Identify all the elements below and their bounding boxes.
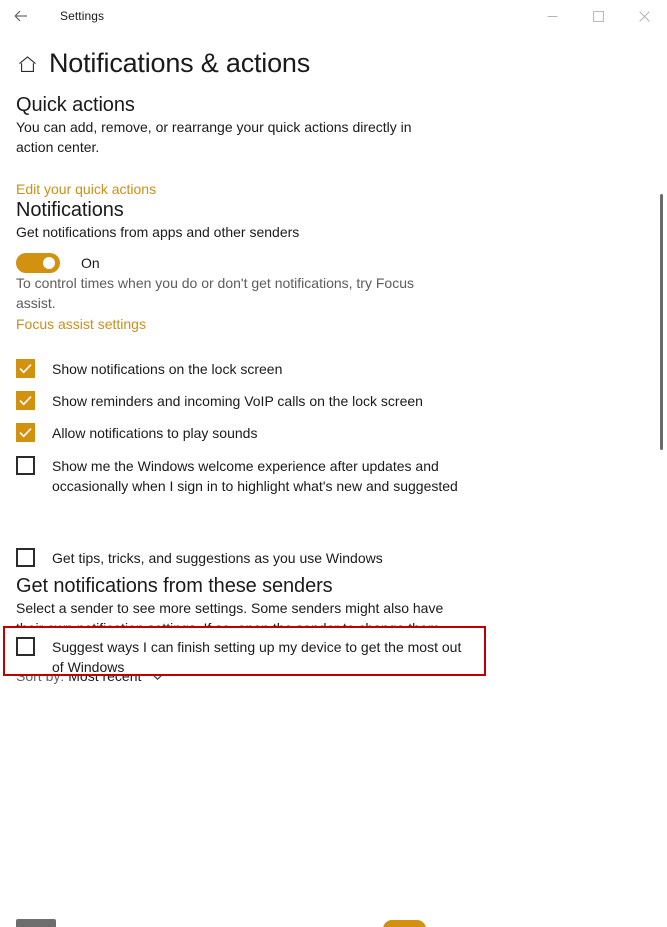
quick-actions-heading: Quick actions <box>16 94 135 116</box>
checkbox-label: Show reminders and incoming VoIP calls o… <box>52 393 423 409</box>
checkbox-row-lock-screen[interactable]: Show notifications on the lock screen <box>16 359 667 379</box>
checkbox-tips-tricks[interactable] <box>16 548 35 567</box>
senders-heading: Get notifications from these senders <box>16 575 333 597</box>
focus-assist-settings-link[interactable]: Focus assist settings <box>16 314 146 334</box>
app-title: Settings <box>60 9 105 23</box>
toggle-knob <box>43 257 55 269</box>
sender-toggle[interactable] <box>383 920 426 927</box>
checkbox-voip[interactable] <box>16 391 35 410</box>
close-icon <box>638 10 650 22</box>
focus-assist-description: To control times when you do or don't ge… <box>16 275 414 311</box>
notification-options-list: Show notifications on the lock screen Sh… <box>16 359 667 568</box>
checkbox-label: Show notifications on the lock screen <box>52 361 283 377</box>
back-button[interactable] <box>0 0 42 32</box>
close-button[interactable] <box>621 0 667 32</box>
title-bar: Settings <box>0 0 667 32</box>
back-arrow-icon <box>13 8 29 24</box>
home-icon[interactable] <box>16 54 38 76</box>
notifications-toggle[interactable] <box>16 253 60 273</box>
checkbox-label: Get tips, tricks, and suggestions as you… <box>52 550 383 566</box>
sender-list-item-partial[interactable] <box>0 919 667 927</box>
checkbox-row-suggest-ways[interactable]: Suggest ways I can finish setting up my … <box>16 637 472 677</box>
checkbox-label: Allow notifications to play sounds <box>52 425 258 441</box>
checkbox-welcome-experience[interactable] <box>16 456 35 475</box>
page-title: Notifications & actions <box>49 47 311 78</box>
minimize-icon <box>547 11 558 22</box>
settings-content: Quick actions You can add, remove, or re… <box>0 94 667 927</box>
checkbox-row-tips-tricks[interactable]: Get tips, tricks, and suggestions as you… <box>16 548 667 568</box>
notifications-toggle-state: On <box>81 255 100 271</box>
maximize-button[interactable] <box>575 0 621 32</box>
checkbox-row-voip[interactable]: Show reminders and incoming VoIP calls o… <box>16 391 667 411</box>
window-controls <box>529 0 667 32</box>
notifications-toggle-row: On <box>16 253 667 273</box>
checkbox-suggest-ways[interactable] <box>16 637 35 656</box>
quick-actions-description: You can add, remove, or rearrange your q… <box>16 119 412 155</box>
maximize-icon <box>592 10 604 22</box>
checkbox-label: Suggest ways I can finish setting up my … <box>52 639 462 675</box>
checkbox-row-welcome-experience[interactable]: Show me the Windows welcome experience a… <box>16 456 667 496</box>
notifications-toggle-label: Get notifications from apps and other se… <box>16 224 300 240</box>
notifications-heading: Notifications <box>16 199 124 221</box>
page-header: Notifications & actions <box>0 36 667 90</box>
edit-quick-actions-link[interactable]: Edit your quick actions <box>16 179 156 199</box>
checkbox-lock-screen[interactable] <box>16 359 35 378</box>
checkbox-row-sounds[interactable]: Allow notifications to play sounds <box>16 423 667 443</box>
checkbox-label: Show me the Windows welcome experience a… <box>52 458 458 494</box>
sender-app-icon <box>16 919 56 927</box>
checkbox-sounds[interactable] <box>16 423 35 442</box>
minimize-button[interactable] <box>529 0 575 32</box>
